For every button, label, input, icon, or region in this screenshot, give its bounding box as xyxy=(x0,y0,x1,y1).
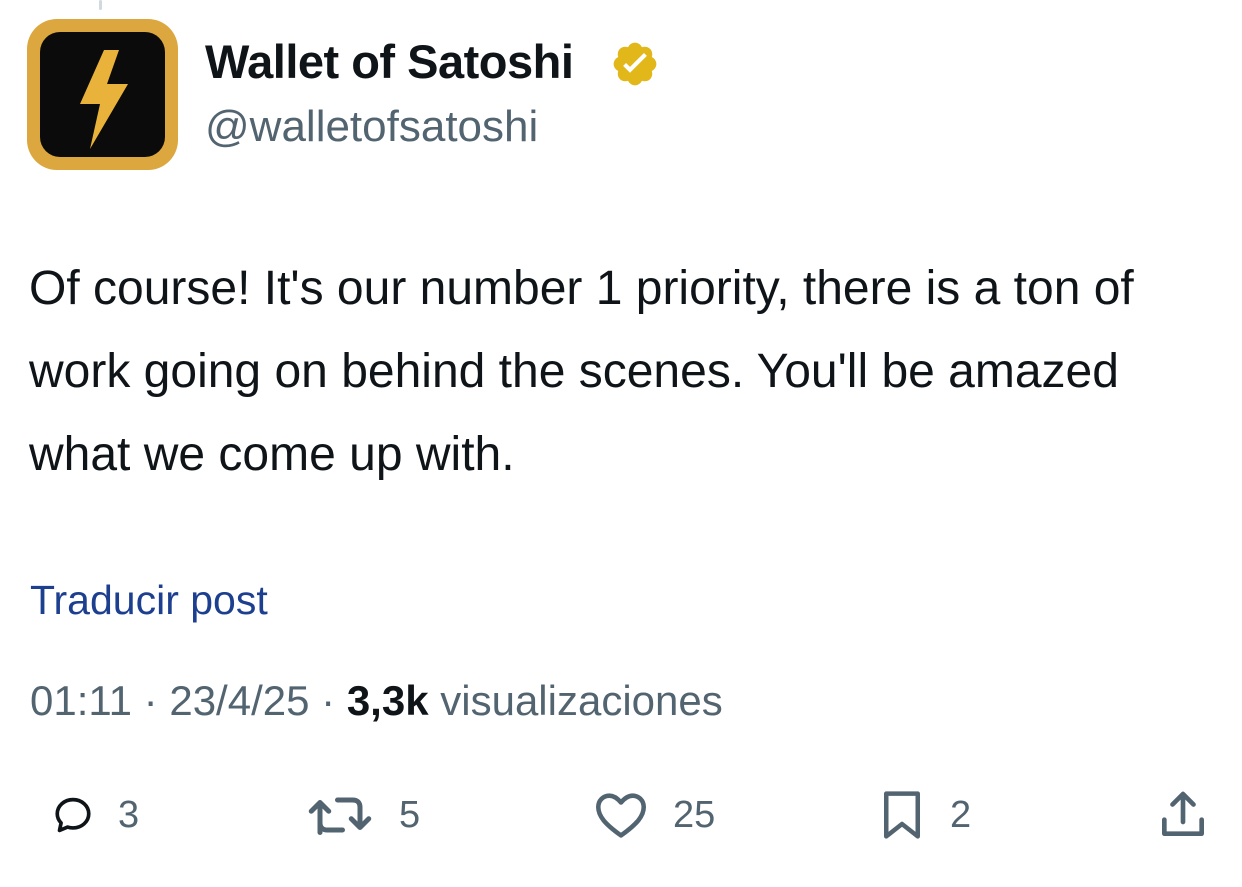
meta-separator: · xyxy=(321,677,336,724)
post-date[interactable]: 23/4/25 xyxy=(169,677,309,724)
display-name[interactable]: Wallet of Satoshi xyxy=(205,34,574,89)
heart-icon xyxy=(596,793,646,838)
lightning-bolt-icon xyxy=(80,50,128,149)
share-button[interactable] xyxy=(1155,785,1211,845)
avatar[interactable] xyxy=(27,19,178,170)
reply-button[interactable]: 3 xyxy=(52,785,139,845)
like-button[interactable]: 25 xyxy=(593,785,715,845)
bookmark-count: 2 xyxy=(950,793,972,836)
share-icon xyxy=(1162,791,1204,836)
retweet-count: 5 xyxy=(399,793,421,836)
retweet-icon xyxy=(308,797,372,835)
bookmark-icon xyxy=(884,791,920,839)
verified-badge-icon[interactable] xyxy=(610,39,660,89)
reply-count: 3 xyxy=(118,793,140,836)
meta-separator: · xyxy=(143,677,158,724)
post-text: Of course! It's our number 1 priority, t… xyxy=(29,262,1134,481)
user-handle[interactable]: @walletofsatoshi xyxy=(205,102,538,152)
retweet-button[interactable]: 5 xyxy=(305,785,420,845)
bookmark-button[interactable]: 2 xyxy=(878,785,971,845)
views-count: 3,3k xyxy=(346,677,429,724)
post-time[interactable]: 01:11 xyxy=(30,677,132,724)
translate-post-link[interactable]: Traducir post xyxy=(30,577,268,624)
views-label: visualizaciones xyxy=(440,677,723,724)
avatar-inner xyxy=(40,32,165,157)
post-metadata: 01:11 · 23/4/25 · 3,3k visualizaciones xyxy=(30,677,723,725)
reply-icon xyxy=(55,797,91,833)
thread-connector-line xyxy=(99,0,102,10)
like-count: 25 xyxy=(673,793,716,836)
